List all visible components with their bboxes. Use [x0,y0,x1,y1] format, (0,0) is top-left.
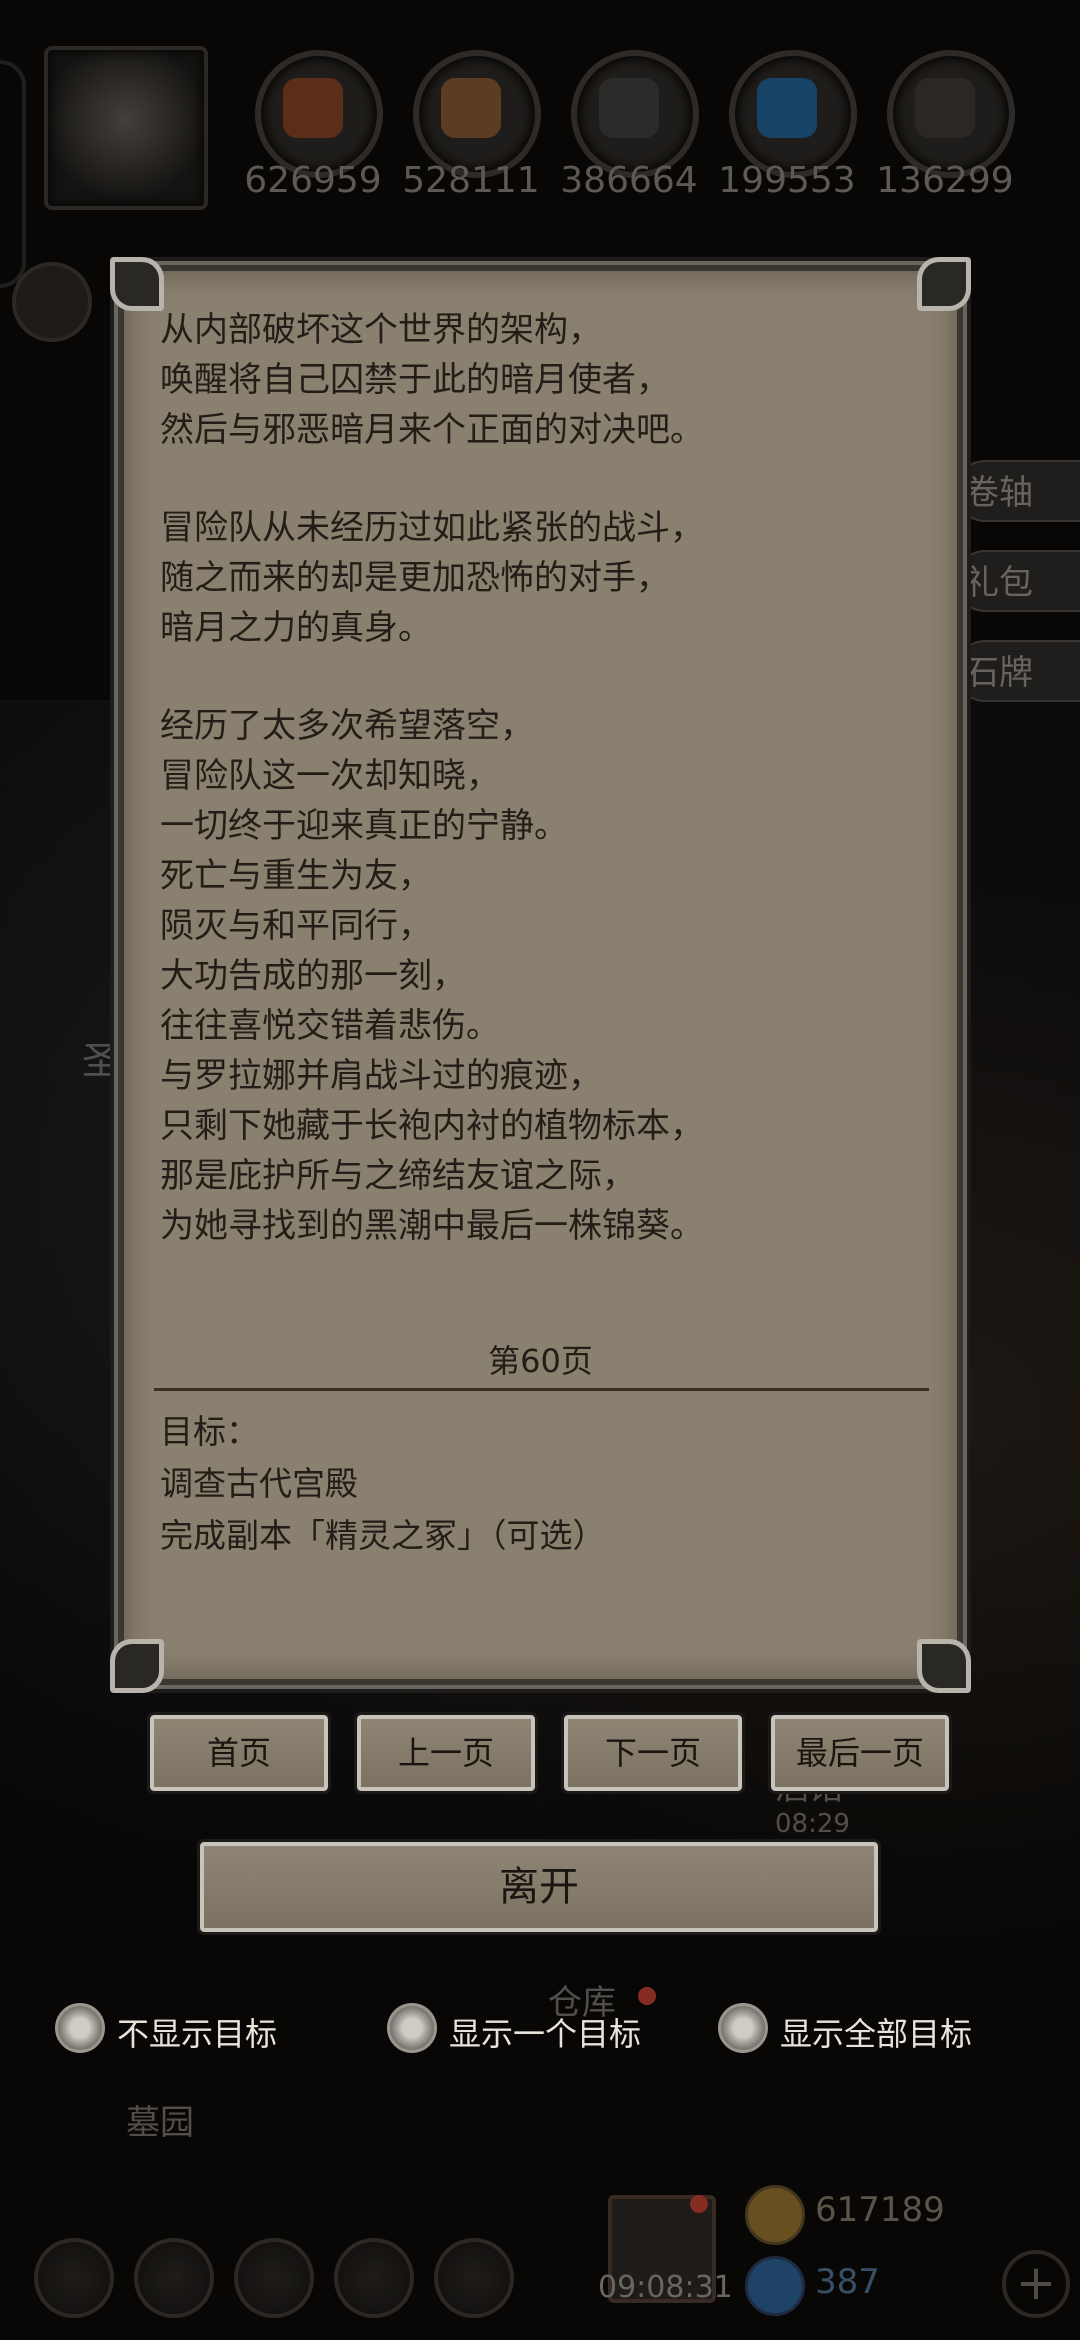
prev-page-button[interactable]: 上一页 [354,1712,538,1794]
last-page-button[interactable]: 最后一页 [768,1712,952,1794]
story-line: 暗月之力的真身。 [160,608,432,648]
radio-label[interactable]: 显示全部目标 [780,2009,972,2055]
story-line: 只剩下她藏于长袍内衬的植物标本， [160,1106,704,1146]
radio-label[interactable]: 显示一个目标 [449,2009,641,2055]
radio-button[interactable] [55,2003,105,2053]
objectives-section: 目标： 调查古代宫殿 完成副本「精灵之冢」（可选） [160,1406,606,1562]
story-line: 与罗拉娜并肩战斗过的痕迹， [160,1056,602,1096]
radio-show-one-objective[interactable]: 显示一个目标 [387,2003,657,2057]
story-text: 从内部破坏这个世界的架构， 唤醒将自己囚禁于此的暗月使者， 然后与邪恶暗月来个正… [160,305,940,1299]
radio-button[interactable] [718,2003,768,2053]
leave-button[interactable]: 离开 [197,1839,881,1935]
first-page-button[interactable]: 首页 [147,1712,331,1794]
radio-button[interactable] [387,2003,437,2053]
story-line: 死亡与重生为友， [160,856,432,896]
story-line: 为她寻找到的黑潮中最后一株锦葵。 [160,1206,704,1246]
story-line: 那是庇护所与之缔结友谊之际， [160,1156,636,1196]
divider [154,1388,929,1391]
story-line: 陨灭与和平同行， [160,906,432,946]
stanza-1: 从内部破坏这个世界的架构， 唤醒将自己囚禁于此的暗月使者， 然后与邪恶暗月来个正… [160,305,940,455]
story-line: 一切终于迎来真正的宁静。 [160,806,568,846]
stanza-2: 冒险队从未经历过如此紧张的战斗， 随之而来的却是更加恐怖的对手， 暗月之力的真身… [160,503,940,653]
story-line: 唤醒将自己囚禁于此的暗月使者， [160,360,670,400]
story-line: 冒险队这一次却知晓， [160,756,500,796]
story-book-dialog: 从内部破坏这个世界的架构， 唤醒将自己囚禁于此的暗月使者， 然后与邪恶暗月来个正… [110,257,971,1693]
objectives-title: 目标： [160,1412,259,1451]
story-line: 从内部破坏这个世界的架构， [160,310,602,350]
frame-corner [110,257,164,311]
frame-corner [917,1639,971,1693]
page-number: 第60页 [488,1342,593,1380]
radio-hide-objectives[interactable]: 不显示目标 [55,2003,295,2057]
story-line: 然后与邪恶暗月来个正面的对决吧。 [160,410,704,450]
stanza-3: 经历了太多次希望落空， 冒险队这一次却知晓， 一切终于迎来真正的宁静。 死亡与重… [160,701,940,1251]
story-line: 随之而来的却是更加恐怖的对手， [160,558,670,598]
story-line: 经历了太多次希望落空， [160,706,534,746]
story-line: 往往喜悦交错着悲伤。 [160,1006,500,1046]
story-line: 大功告成的那一刻， [160,956,466,996]
frame-corner [110,1639,164,1693]
frame-corner [917,257,971,311]
objective-item: 调查古代宫殿 [160,1464,358,1503]
story-line: 冒险队从未经历过如此紧张的战斗， [160,508,704,548]
radio-label[interactable]: 不显示目标 [117,2009,277,2055]
objective-item: 完成副本「精灵之冢」（可选） [160,1516,606,1555]
next-page-button[interactable]: 下一页 [561,1712,745,1794]
radio-show-all-objectives[interactable]: 显示全部目标 [718,2003,998,2057]
